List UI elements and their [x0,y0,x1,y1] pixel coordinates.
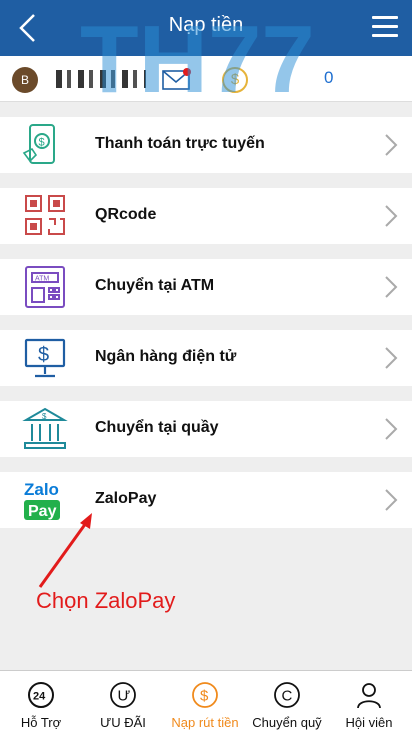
page-title: Nạp tiền [168,14,244,36]
menu-item-qrcode[interactable]: QRcode [0,188,412,244]
tab-label: Nạp rút tiền [171,715,239,730]
username-redacted [56,70,146,88]
bottom-tab-bar: 24 Hỗ Trợ Ư ƯU ĐÃI $ Nạp rút tiền C Chuy… [0,670,412,737]
annotation-text: Chọn ZaloPay [36,588,176,613]
balance-value: 0 [324,68,334,87]
tab-label: ƯU ĐÃI [100,715,146,730]
tab-label: Hỗ Trợ [20,715,62,730]
online-banking-icon: $ [24,338,66,378]
avatar[interactable]: B [12,67,38,93]
menu-item-label: Chuyển tại quầy [95,419,219,436]
fund-transfer-icon: C [274,682,300,708]
mail-icon[interactable] [162,68,192,90]
svg-text:24: 24 [33,691,46,703]
member-icon [357,683,381,709]
atm-icon: ATM [25,266,65,308]
tab-label: Chuyển quỹ [252,715,322,730]
deposit-withdraw-icon: $ [192,682,218,708]
svg-text:$: $ [38,344,49,366]
annotation-arrow [38,513,92,588]
menu-item-atm[interactable]: ATM Chuyển tại ATM [0,259,412,315]
tab-support[interactable]: 24 Hỗ Trợ [0,671,82,737]
menu-item-bank-counter[interactable]: $ Chuyển tại quầy [0,401,412,457]
tab-deposit-withdraw[interactable]: $ Nạp rút tiền [164,671,246,737]
menu-item-online-banking[interactable]: $ Ngân hàng điện tử [0,330,412,386]
svg-text:Ư: Ư [118,688,131,705]
chevron-right-icon [385,205,398,227]
tab-member[interactable]: Hội viên [328,671,410,737]
chevron-right-icon [385,489,398,511]
menu-item-label: QRcode [95,206,157,223]
tab-fund-transfer[interactable]: C Chuyển quỹ [246,671,328,737]
svg-text:$: $ [39,137,45,149]
menu-item-label: Chuyển tại ATM [95,277,215,294]
svg-text:$: $ [200,688,209,705]
svg-text:$: $ [42,412,47,421]
mobile-payment-icon: $ [22,124,55,164]
chevron-right-icon [385,347,398,369]
qrcode-icon [25,195,65,235]
chevron-right-icon [385,418,398,440]
menu-item-label: Thanh toán trực tuyến [95,135,265,152]
header-bar: Nạp tiền [0,0,412,56]
bank-counter-icon: $ [22,407,68,449]
tab-label: Hội viên [345,715,393,730]
chevron-right-icon [385,276,398,298]
support-24-icon: 24 [28,682,54,708]
chevron-right-icon [385,134,398,156]
menu-item-online-payment[interactable]: $ Thanh toán trực tuyến [0,117,412,173]
tab-promotion[interactable]: Ư ƯU ĐÃI [82,671,164,737]
user-info-bar: B $ 0 [0,56,412,102]
coin-icon: $ [222,67,248,93]
menu-item-label: Ngân hàng điện tử [95,348,237,365]
svg-text:Zalo: Zalo [24,480,59,499]
svg-text:ATM: ATM [35,276,49,283]
svg-text:C: C [282,688,293,705]
hamburger-menu-icon[interactable] [372,16,398,38]
promotion-icon: Ư [110,682,136,708]
